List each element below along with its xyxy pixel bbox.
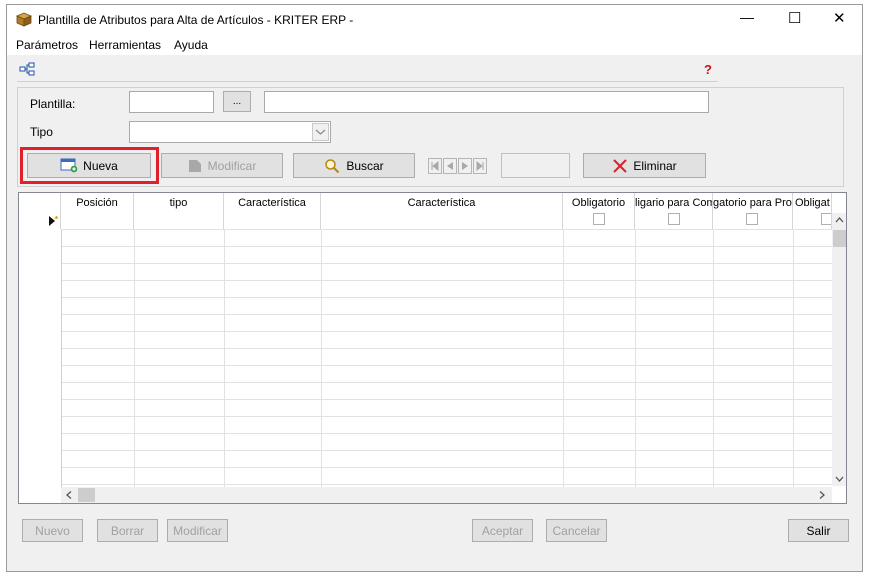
menu-bar: Parámetros Herramientas Ayuda <box>7 35 862 55</box>
chevron-down-icon <box>315 129 326 135</box>
buscar-button[interactable]: Buscar <box>293 153 415 178</box>
dropdown-arrow[interactable] <box>312 123 329 141</box>
main-window: Plantilla de Atributos para Alta de Artí… <box>6 4 863 572</box>
delete-x-icon <box>613 158 628 173</box>
window-title: Plantilla de Atributos para Alta de Artí… <box>38 13 354 27</box>
horizontal-scroll-thumb[interactable] <box>78 488 95 502</box>
svg-text:?: ? <box>704 62 712 76</box>
previous-record-icon[interactable] <box>443 158 457 174</box>
obligatorio-compras-header-checkbox[interactable] <box>668 213 680 225</box>
scroll-right-icon[interactable] <box>817 490 827 500</box>
horizontal-scrollbar[interactable] <box>61 487 832 503</box>
column-header-posicion[interactable]: Posición <box>61 193 134 229</box>
modificar-footer-label: Modificar <box>173 523 222 538</box>
tipo-select[interactable] <box>129 121 331 143</box>
new-window-icon <box>60 158 78 173</box>
scroll-left-icon[interactable] <box>64 490 74 500</box>
column-header-obligatorio[interactable]: Obligatorio <box>563 193 635 229</box>
column-header-obligatorio-compras[interactable]: ligario para Com <box>635 193 713 229</box>
salir-footer-button[interactable]: Salir <box>788 519 849 542</box>
icon-toolbar: ? <box>17 57 718 82</box>
new-row-indicator-icon <box>49 215 59 226</box>
attributes-grid[interactable]: Posición tipo Característica Característ… <box>18 192 847 504</box>
plantilla-label: Plantilla: <box>30 97 76 111</box>
tree-structure-icon[interactable] <box>19 62 35 76</box>
menu-parametros[interactable]: Parámetros <box>16 38 78 52</box>
aceptar-footer-label: Aceptar <box>481 523 524 538</box>
menu-herramientas[interactable]: Herramientas <box>89 38 161 52</box>
nuevo-footer-label: Nuevo <box>35 523 70 538</box>
plantilla-browse-button[interactable]: ... <box>223 91 251 112</box>
modificar-footer-button[interactable]: Modificar <box>167 519 228 542</box>
cancelar-footer-button[interactable]: Cancelar <box>546 519 607 542</box>
borrar-footer-button[interactable]: Borrar <box>97 519 158 542</box>
plantilla-code-input[interactable] <box>129 91 214 113</box>
scroll-up-icon[interactable] <box>834 215 845 225</box>
last-record-icon[interactable] <box>473 158 487 174</box>
nueva-button-label: Nueva <box>83 158 118 173</box>
cancelar-footer-label: Cancelar <box>552 523 601 538</box>
obligatorio-more-header-checkbox[interactable] <box>821 213 831 225</box>
magnifier-icon <box>325 158 340 173</box>
vertical-scroll-thumb[interactable] <box>833 230 846 247</box>
edit-document-icon <box>188 159 201 172</box>
first-record-icon[interactable] <box>428 158 442 174</box>
record-navigator <box>428 157 488 175</box>
column-header-tipo[interactable]: tipo <box>134 193 224 229</box>
record-number-field[interactable] <box>501 153 570 178</box>
obligatorio-header-checkbox[interactable] <box>593 213 605 225</box>
menu-ayuda[interactable]: Ayuda <box>174 38 208 52</box>
eliminar-button[interactable]: Eliminar <box>583 153 706 178</box>
aceptar-footer-button[interactable]: Aceptar <box>472 519 533 542</box>
nueva-button[interactable]: Nueva <box>27 153 151 178</box>
help-icon[interactable]: ? <box>701 62 715 76</box>
salir-footer-label: Salir <box>806 523 831 538</box>
modificar-toolbar-label: Modificar <box>207 158 257 173</box>
tipo-label: Tipo <box>30 125 53 139</box>
next-record-icon[interactable] <box>458 158 472 174</box>
title-bar: Plantilla de Atributos para Alta de Artí… <box>7 5 862 35</box>
app-box-icon <box>16 12 32 27</box>
obligatorio-produccion-header-checkbox[interactable] <box>746 213 758 225</box>
close-button[interactable]: ✕ <box>833 9 846 27</box>
column-header-obligatorio-more[interactable]: Obligat <box>793 193 832 229</box>
eliminar-button-label: Eliminar <box>633 158 677 173</box>
column-header-caracteristica-desc[interactable]: Característica <box>321 193 563 229</box>
borrar-footer-label: Borrar <box>110 523 145 538</box>
maximize-button[interactable]: ☐ <box>788 9 801 27</box>
minimize-button[interactable]: — <box>740 9 754 25</box>
column-header-caracteristica-code[interactable]: Característica <box>224 193 321 229</box>
nuevo-footer-button[interactable]: Nuevo <box>22 519 83 542</box>
buscar-button-label: Buscar <box>346 158 384 173</box>
column-header-obligatorio-produccion[interactable]: gatorio para Proc <box>713 193 793 229</box>
plantilla-description-input[interactable] <box>264 91 709 113</box>
modificar-toolbar-button[interactable]: Modificar <box>161 153 283 178</box>
vertical-scrollbar[interactable] <box>832 213 846 486</box>
scroll-down-icon[interactable] <box>834 474 845 484</box>
